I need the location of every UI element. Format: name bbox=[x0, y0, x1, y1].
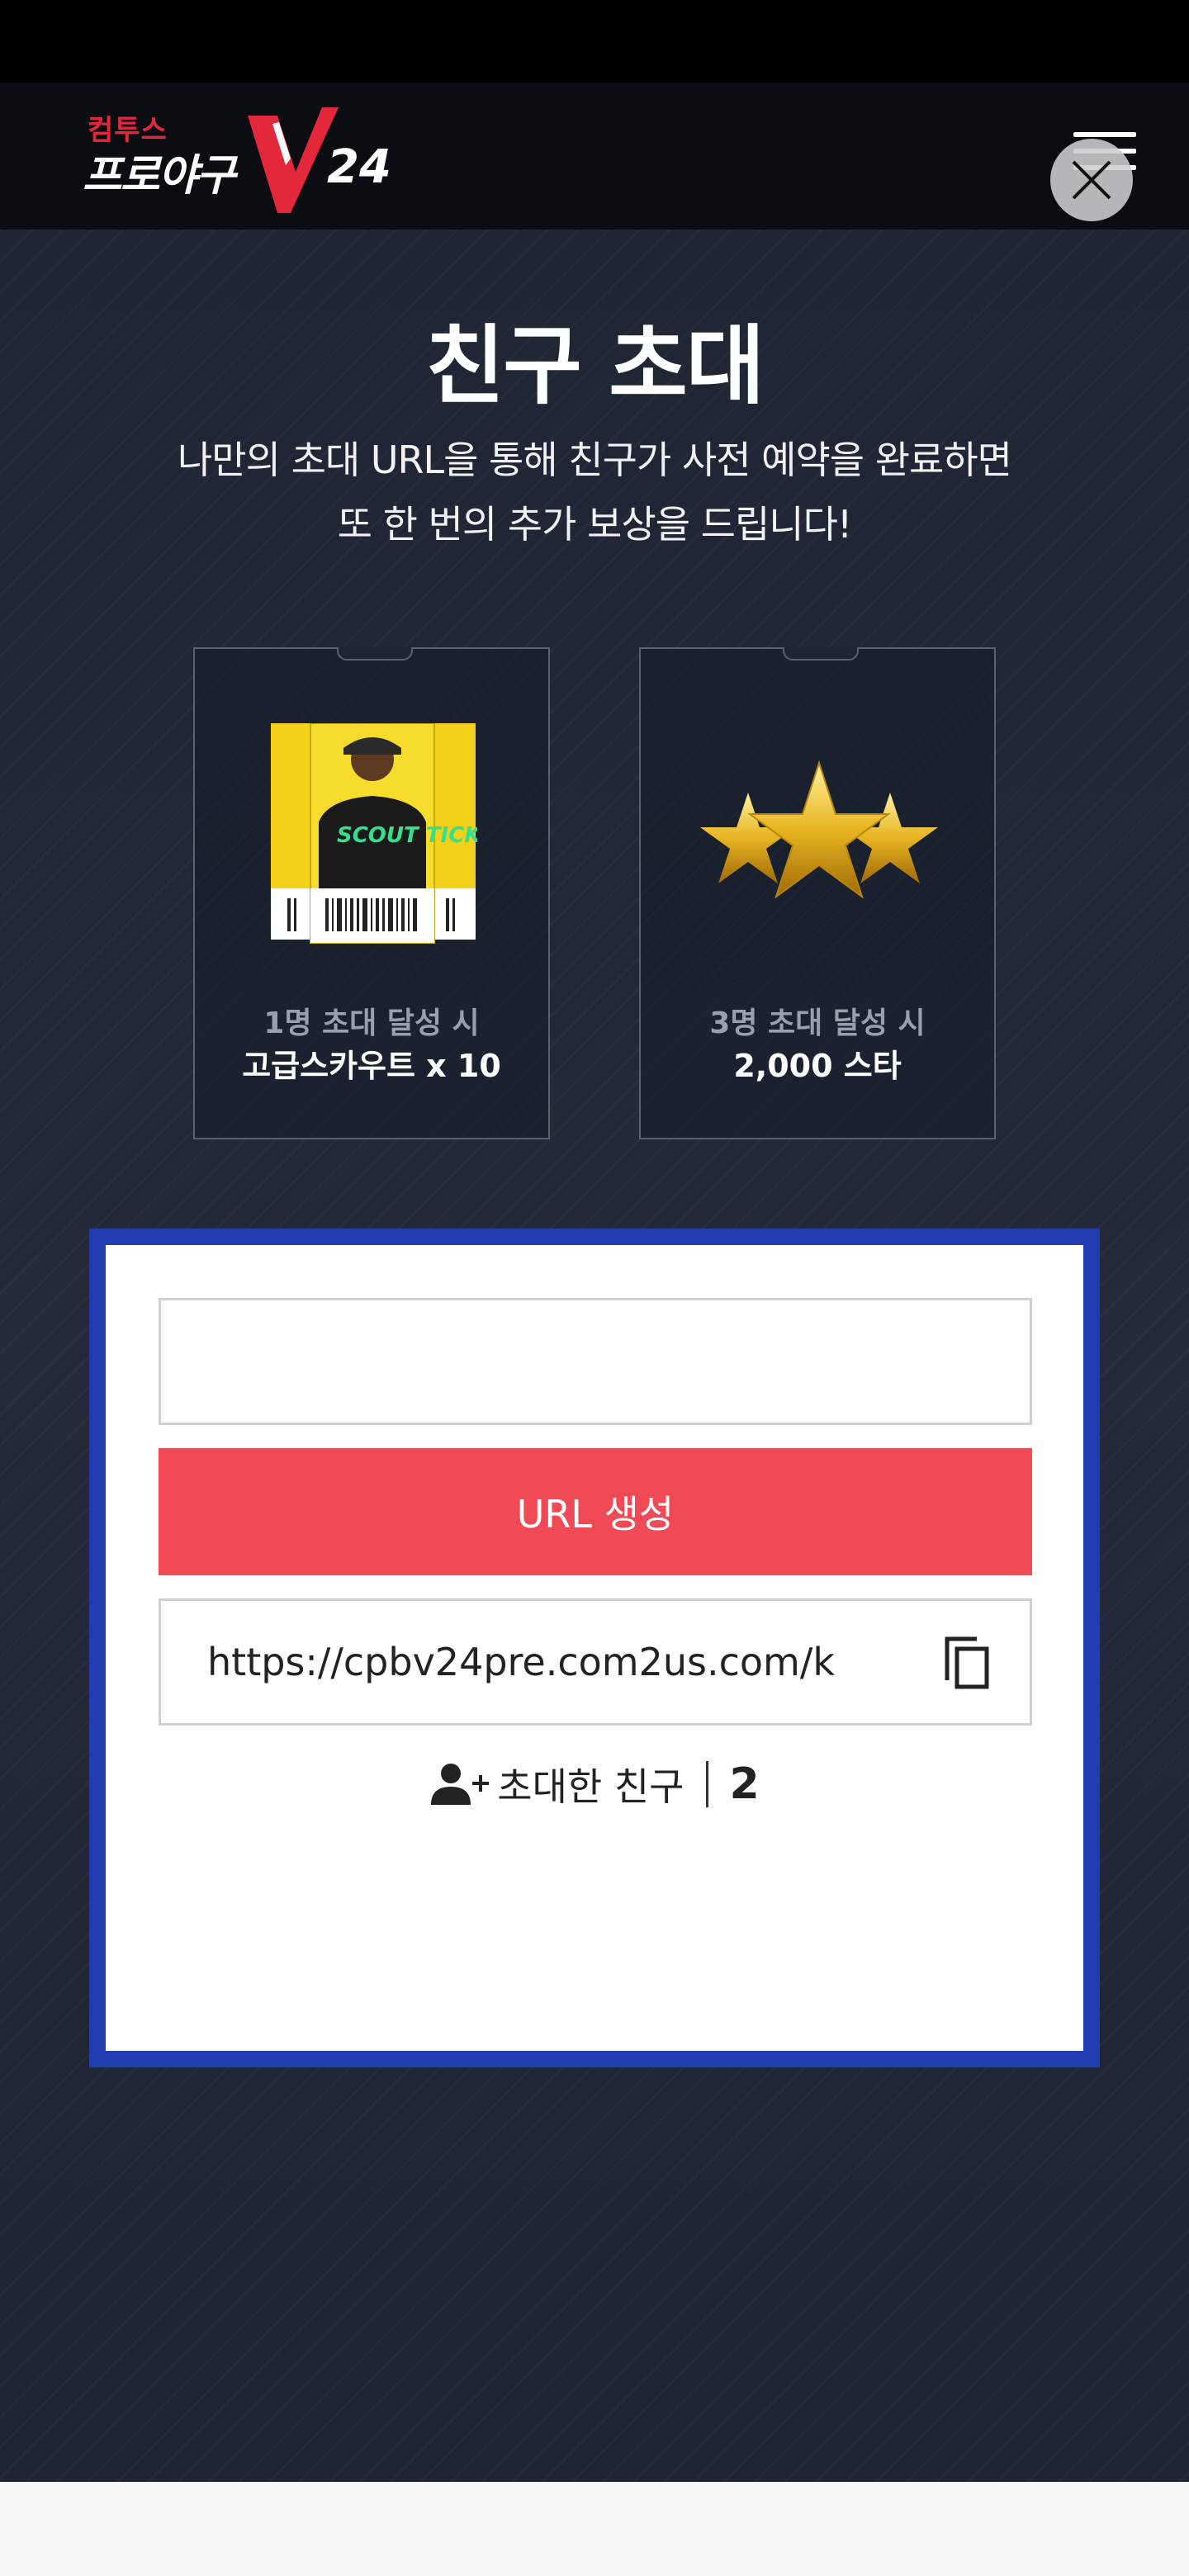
logo-v-mark bbox=[248, 107, 339, 213]
reward-card-1: SCOUT TICKET 1명 초대 달성 시 고급스카우트 x 10 bbox=[193, 647, 550, 1139]
scout-ticket-image: SCOUT TICKET bbox=[271, 723, 477, 944]
status-bar bbox=[0, 0, 1189, 83]
reward-card-2: 3명 초대 달성 시 2,000 스타 bbox=[639, 647, 996, 1139]
invite-url-field[interactable]: https://cpbv24pre.com2us.com/ko?fc bbox=[159, 1598, 1032, 1726]
gold-stars-image bbox=[700, 760, 938, 899]
reward-2-condition: 3명 초대 달성 시 bbox=[709, 1006, 926, 1040]
invited-friends-row: 초대한 친구 2 bbox=[0, 1754, 1189, 1815]
reward-1-value: 고급스카우트 x 10 bbox=[242, 1048, 501, 1084]
logo-version: 24 bbox=[327, 140, 391, 194]
reward-1-condition: 1명 초대 달성 시 bbox=[263, 1006, 480, 1040]
add-user-icon bbox=[431, 1764, 490, 1805]
copy-icon[interactable] bbox=[942, 1634, 992, 1690]
close-button[interactable] bbox=[1050, 139, 1133, 221]
bottom-bar bbox=[0, 2482, 1189, 2576]
reward-2-value: 2,000 스타 bbox=[733, 1048, 902, 1084]
page-subtitle: 나만의 초대 URL을 통해 친구가 사전 예약을 완료하면 또 한 번의 추가… bbox=[0, 428, 1189, 556]
invited-friends-label: 초대한 친구 bbox=[497, 1764, 685, 1809]
close-icon bbox=[1072, 160, 1111, 200]
game-logo[interactable]: 컴투스 프로야구 24 bbox=[83, 107, 396, 215]
divider bbox=[705, 1761, 708, 1807]
logo-title: 프로야구 bbox=[83, 151, 235, 201]
generate-url-button[interactable]: URL 생성 bbox=[159, 1448, 1032, 1575]
subtitle-line-1: 나만의 초대 URL을 통해 친구가 사전 예약을 완료하면 bbox=[177, 438, 1012, 482]
invited-friends-count: 2 bbox=[729, 1759, 760, 1809]
invite-name-input[interactable] bbox=[159, 1298, 1032, 1425]
invite-url-text: https://cpbv24pre.com2us.com/ko?fc bbox=[207, 1640, 835, 1684]
subtitle-line-2: 또 한 번의 추가 보상을 드립니다! bbox=[337, 502, 853, 547]
page-title: 친구 초대 bbox=[425, 315, 765, 416]
ticket-art-text: SCOUT TICKET bbox=[337, 823, 477, 848]
